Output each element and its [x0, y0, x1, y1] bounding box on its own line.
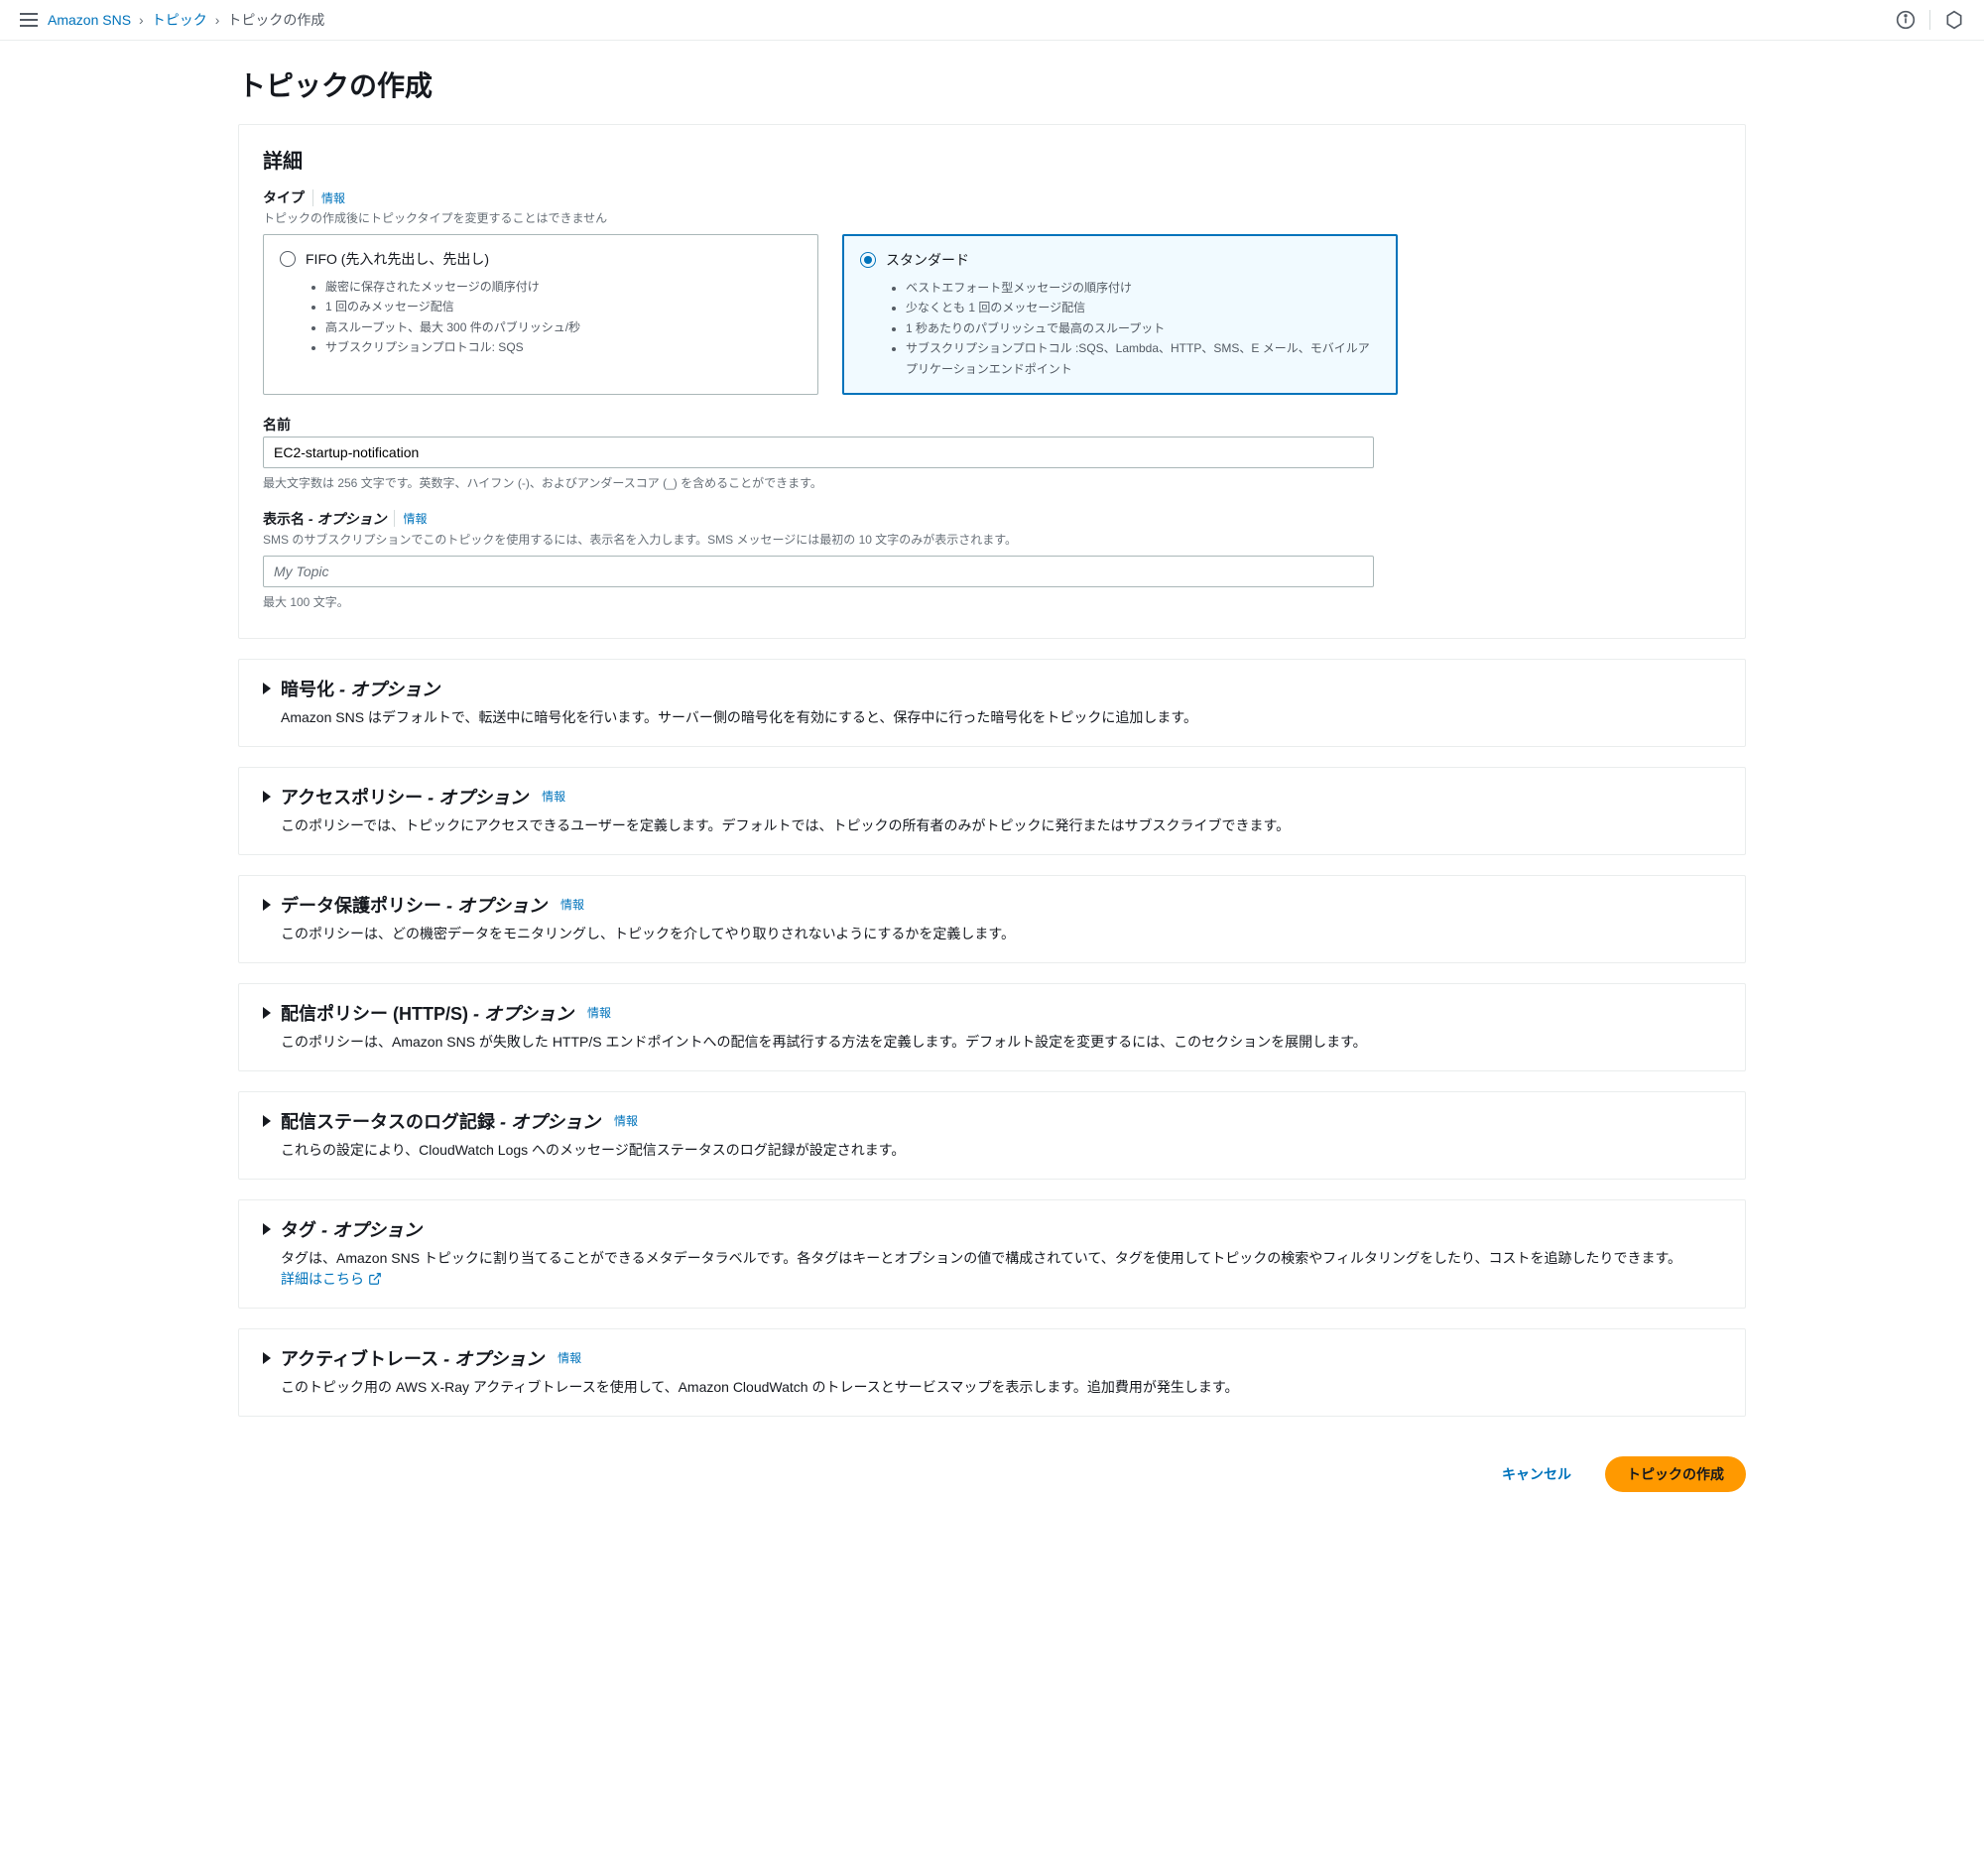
data-protection-title: データ保護ポリシー - オプション: [281, 892, 547, 918]
display-hint: SMS のサブスクリプションでこのトピックを使用するには、表示名を入力します。S…: [263, 531, 1721, 548]
hamburger-menu-icon[interactable]: [20, 13, 38, 27]
list-item: 1 秒あたりのパブリッシュで最高のスループット: [906, 318, 1380, 338]
section-tags: タグ - オプション タグは、Amazon SNS トピックに割り当てることがで…: [238, 1199, 1746, 1309]
access-title: アクセスポリシー - オプション: [281, 784, 528, 810]
radio-standard[interactable]: [860, 252, 876, 268]
divider: [1929, 10, 1930, 30]
display-label: 表示名 - オプション: [263, 509, 386, 529]
chevron-right-icon: ›: [139, 12, 144, 28]
type-card-fifo[interactable]: FIFO (先入れ先出し、先出し) 厳密に保存されたメッセージの順序付け 1 回…: [263, 234, 818, 395]
encryption-title: 暗号化 - オプション: [281, 676, 439, 701]
delivery-desc: このポリシーは、Amazon SNS が失敗した HTTP/S エンドポイントへ…: [263, 1032, 1721, 1053]
breadcrumb: Amazon SNS › トピック › トピックの作成: [48, 10, 324, 30]
caret-right-icon: [263, 1115, 271, 1127]
standard-features: ベストエフォート型メッセージの順序付け 少なくとも 1 回のメッセージ配信 1 …: [860, 278, 1380, 379]
type-field: タイプ 情報 トピックの作成後にトピックタイプを変更することはできません FIF…: [263, 188, 1721, 395]
section-tags-toggle[interactable]: タグ - オプション: [263, 1216, 1721, 1242]
logging-desc: これらの設定により、CloudWatch Logs へのメッセージ配信ステータス…: [263, 1140, 1721, 1161]
list-item: 少なくとも 1 回のメッセージ配信: [906, 298, 1380, 317]
tracing-info-link[interactable]: 情報: [558, 1349, 581, 1366]
delivery-title: 配信ポリシー (HTTP/S) - オプション: [281, 1000, 573, 1026]
breadcrumb-service[interactable]: Amazon SNS: [48, 12, 131, 28]
name-label: 名前: [263, 415, 291, 435]
tags-title: タグ - オプション: [281, 1216, 422, 1242]
list-item: サブスクリプションプロトコル :SQS、Lambda、HTTP、SMS、E メー…: [906, 338, 1380, 379]
top-right-icons: [1896, 10, 1964, 30]
section-logging: 配信ステータスのログ記録 - オプション 情報 これらの設定により、CloudW…: [238, 1091, 1746, 1180]
display-hint2: 最大 100 文字。: [263, 593, 1721, 610]
type-options: FIFO (先入れ先出し、先出し) 厳密に保存されたメッセージの順序付け 1 回…: [263, 234, 1721, 395]
radio-fifo[interactable]: [280, 251, 296, 267]
display-name-input[interactable]: [263, 556, 1374, 587]
support-icon[interactable]: [1944, 10, 1964, 30]
section-tracing-toggle[interactable]: アクティブトレース - オプション 情報: [263, 1345, 1721, 1371]
section-encryption-toggle[interactable]: 暗号化 - オプション: [263, 676, 1721, 701]
fifo-features: 厳密に保存されたメッセージの順序付け 1 回のみメッセージ配信 高スループット、…: [280, 277, 802, 358]
display-info-link[interactable]: 情報: [394, 510, 427, 527]
tracing-title: アクティブトレース - オプション: [281, 1345, 544, 1371]
tracing-desc: このトピック用の AWS X-Ray アクティブトレースを使用して、Amazon…: [263, 1377, 1721, 1398]
breadcrumb-topics[interactable]: トピック: [152, 10, 207, 30]
delivery-info-link[interactable]: 情報: [587, 1004, 611, 1021]
access-info-link[interactable]: 情報: [542, 788, 565, 805]
logging-title: 配信ステータスのログ記録 - オプション: [281, 1108, 600, 1134]
type-info-link[interactable]: 情報: [312, 189, 345, 206]
type-label: タイプ: [263, 188, 305, 207]
top-bar: Amazon SNS › トピック › トピックの作成: [0, 0, 1984, 41]
top-left: Amazon SNS › トピック › トピックの作成: [20, 10, 324, 30]
main-content: トピックの作成 詳細 タイプ 情報 トピックの作成後にトピックタイプを変更するこ…: [119, 41, 1865, 1556]
section-access-policy: アクセスポリシー - オプション 情報 このポリシーでは、トピックにアクセスでき…: [238, 767, 1746, 855]
caret-right-icon: [263, 1223, 271, 1235]
standard-title: スタンダード: [886, 250, 969, 270]
external-link-icon: [368, 1272, 382, 1286]
info-icon[interactable]: [1896, 10, 1916, 30]
fifo-title: FIFO (先入れ先出し、先出し): [306, 249, 489, 269]
caret-right-icon: [263, 791, 271, 803]
list-item: 1 回のみメッセージ配信: [325, 297, 802, 316]
section-data-protection: データ保護ポリシー - オプション 情報 このポリシーは、どの機密データをモニタ…: [238, 875, 1746, 963]
caret-right-icon: [263, 1007, 271, 1019]
section-encryption: 暗号化 - オプション Amazon SNS はデフォルトで、転送中に暗号化を行…: [238, 659, 1746, 747]
name-field: 名前 最大文字数は 256 文字です。英数字、ハイフン (-)、およびアンダース…: [263, 415, 1721, 491]
page-title: トピックの作成: [238, 64, 1746, 104]
encryption-desc: Amazon SNS はデフォルトで、転送中に暗号化を行います。サーバー側の暗号…: [263, 707, 1721, 728]
data-protection-info-link[interactable]: 情報: [560, 896, 584, 913]
display-name-field: 表示名 - オプション 情報 SMS のサブスクリプションでこのトピックを使用す…: [263, 509, 1721, 610]
caret-right-icon: [263, 683, 271, 694]
caret-right-icon: [263, 899, 271, 911]
create-topic-button[interactable]: トピックの作成: [1605, 1456, 1746, 1492]
type-card-standard[interactable]: スタンダード ベストエフォート型メッセージの順序付け 少なくとも 1 回のメッセ…: [842, 234, 1398, 395]
detail-header: 詳細: [263, 145, 1721, 174]
detail-panel: 詳細 タイプ 情報 トピックの作成後にトピックタイプを変更することはできません …: [238, 124, 1746, 639]
section-data-protection-toggle[interactable]: データ保護ポリシー - オプション 情報: [263, 892, 1721, 918]
section-delivery-toggle[interactable]: 配信ポリシー (HTTP/S) - オプション 情報: [263, 1000, 1721, 1026]
chevron-right-icon: ›: [215, 12, 220, 28]
name-input[interactable]: [263, 437, 1374, 468]
caret-right-icon: [263, 1352, 271, 1364]
breadcrumb-current: トピックの作成: [227, 10, 324, 30]
list-item: 高スループット、最大 300 件のパブリッシュ/秒: [325, 317, 802, 337]
data-protection-desc: このポリシーは、どの機密データをモニタリングし、トピックを介してやり取りされない…: [263, 924, 1721, 944]
name-hint: 最大文字数は 256 文字です。英数字、ハイフン (-)、およびアンダースコア …: [263, 474, 1721, 491]
list-item: サブスクリプションプロトコル: SQS: [325, 337, 802, 357]
section-delivery-policy: 配信ポリシー (HTTP/S) - オプション 情報 このポリシーは、Amazo…: [238, 983, 1746, 1071]
list-item: 厳密に保存されたメッセージの順序付け: [325, 277, 802, 297]
section-logging-toggle[interactable]: 配信ステータスのログ記録 - オプション 情報: [263, 1108, 1721, 1134]
list-item: ベストエフォート型メッセージの順序付け: [906, 278, 1380, 298]
access-desc: このポリシーでは、トピックにアクセスできるユーザーを定義します。デフォルトでは、…: [263, 815, 1721, 836]
tags-desc: タグは、Amazon SNS トピックに割り当てることができるメタデータラベルで…: [263, 1248, 1721, 1290]
tags-learn-more-link[interactable]: 詳細はこちら: [281, 1269, 382, 1290]
footer-actions: キャンセル トピックの作成: [238, 1437, 1746, 1532]
logging-info-link[interactable]: 情報: [614, 1112, 638, 1129]
cancel-button[interactable]: キャンセル: [1482, 1456, 1591, 1492]
section-tracing: アクティブトレース - オプション 情報 このトピック用の AWS X-Ray …: [238, 1328, 1746, 1417]
type-hint: トピックの作成後にトピックタイプを変更することはできません: [263, 209, 1721, 226]
section-access-toggle[interactable]: アクセスポリシー - オプション 情報: [263, 784, 1721, 810]
